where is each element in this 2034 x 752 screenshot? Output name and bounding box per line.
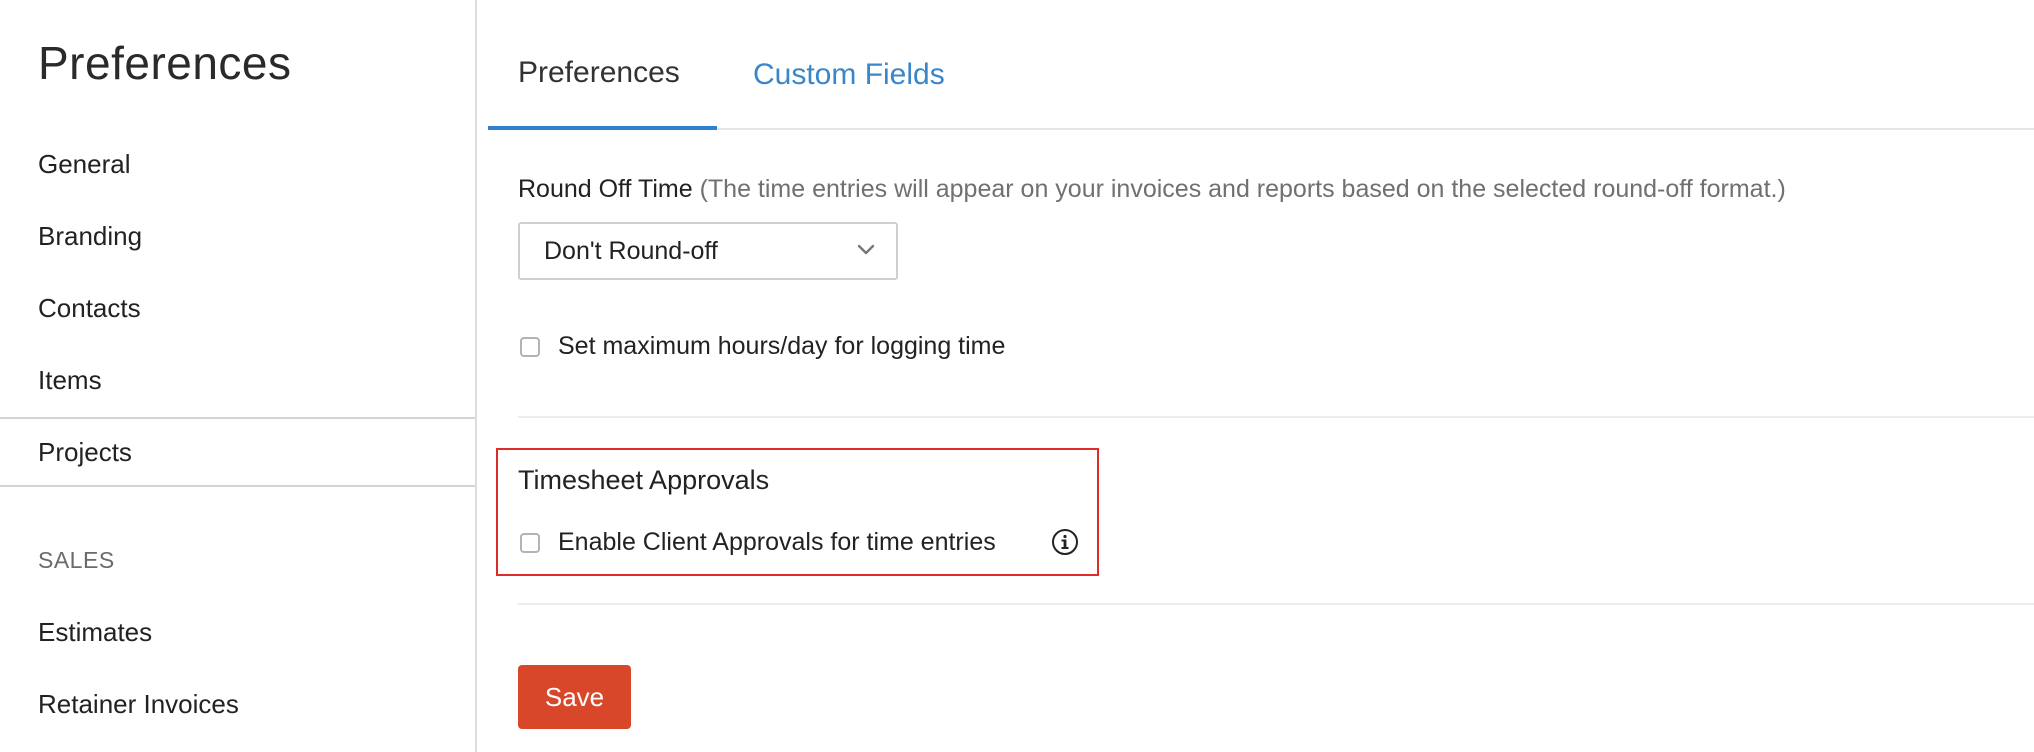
client-approvals-label: Enable Client Approvals for time entries [558,528,996,556]
sidebar-section-sales: SALES [38,547,115,573]
section-divider [518,416,2034,418]
round-off-selected-value: Don't Round-off [544,236,718,265]
info-icon[interactable] [1051,528,1079,556]
chevron-down-icon [857,244,875,255]
round-off-label: Round Off Time (The time entries will ap… [518,175,1786,204]
section-divider [518,603,2034,605]
save-button[interactable]: Save [518,665,631,729]
sidebar-item-label: Estimates [38,616,153,647]
sidebar-item-projects[interactable]: Projects [0,417,475,487]
sidebar-item-estimates[interactable]: Estimates [0,596,475,668]
max-hours-label: Set maximum hours/day for logging time [558,332,1006,360]
sidebar-item-retainer-invoices[interactable]: Retainer Invoices [0,668,475,740]
sidebar-item-label: Contacts [38,292,141,323]
sidebar-item-label: General [38,148,131,179]
tab-preferences[interactable]: Preferences [518,56,680,90]
sidebar-item-items[interactable]: Items [0,344,475,416]
active-tab-indicator [488,126,717,130]
sidebar: Preferences General Branding Contacts It… [0,0,477,752]
sidebar-title: Preferences [38,37,292,89]
sidebar-item-label: Branding [38,220,143,251]
tab-custom-fields[interactable]: Custom Fields [753,58,945,92]
sidebar-item-general[interactable]: General [0,128,475,200]
sidebar-item-branding[interactable]: Branding [0,200,475,272]
round-off-title: Round Off Time [518,175,693,203]
round-off-select[interactable]: Don't Round-off [518,222,898,280]
round-off-hint: (The time entries will appear on your in… [699,175,1786,203]
client-approvals-checkbox[interactable] [520,533,540,553]
max-hours-checkbox[interactable] [520,337,540,357]
sidebar-item-label: Retainer Invoices [38,688,239,719]
sidebar-item-label: Items [38,364,102,395]
sidebar-item-label: Projects [38,436,132,467]
sidebar-item-contacts[interactable]: Contacts [0,272,475,344]
tabs-divider [488,128,2034,130]
timesheet-approvals-title: Timesheet Approvals [518,465,770,495]
